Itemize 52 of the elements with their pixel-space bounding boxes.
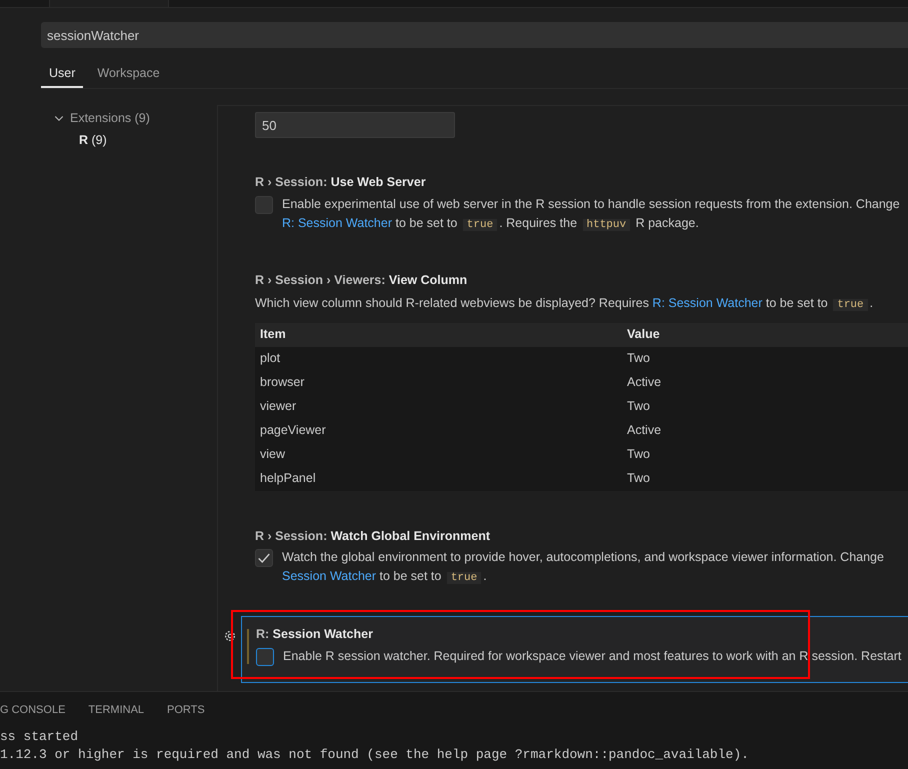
scope-tab[interactable]: Workspace [89, 60, 168, 88]
description-text: Enable experimental use of web server in the R session to handle session requests from the extension. Change [282, 196, 900, 211]
column-header: Value [626, 326, 661, 344]
search-field[interactable]: sessionWatcher [41, 22, 908, 48]
description-text: to be set to [378, 569, 442, 584]
setting-link[interactable]: Session Watcher [282, 569, 376, 584]
description-text: . [483, 569, 487, 584]
description-text: Watch the global environment to provide hover, autocompletions, and workspace viewer information. Change [282, 550, 884, 564]
description-text: . Requires the [499, 216, 578, 230]
description-text: Which view column should R-related webviews be displayed? Requires [255, 296, 650, 310]
description-text: . [870, 296, 874, 310]
terminal-line: ss started [0, 728, 80, 746]
table-cell-text: plot [259, 350, 282, 368]
table-cell-text: pageViewer [259, 422, 327, 440]
table-cell-text: Two [626, 470, 651, 488]
number-field[interactable]: 50 [255, 112, 455, 138]
description-text: to be set to [764, 296, 829, 310]
table-cell-text: viewer [259, 398, 298, 416]
code-text: true [462, 218, 498, 231]
description-text: R package. [634, 216, 699, 230]
table-cell-text: helpPanel [259, 470, 317, 488]
table-cell-text: browser [259, 374, 306, 392]
gear-icon[interactable] [223, 629, 237, 644]
toc-item[interactable]: Extensions (9) [53, 107, 217, 129]
setting-link[interactable]: R: Session Watcher [652, 296, 762, 310]
table-cell-text: Two [626, 398, 651, 416]
setting-title: R: Session Watcher [256, 626, 374, 644]
setting-title: R › Session › Viewers: View Column [255, 272, 468, 289]
table-cell-text: Active [626, 374, 662, 392]
setting-title: R › Session: Use Web Server [255, 174, 427, 191]
table-cell-text: Two [626, 350, 651, 368]
description-text: to be set to [394, 216, 458, 230]
panel-tab[interactable]: PORTS [167, 702, 205, 718]
panel-tab[interactable]: TERMINAL [88, 702, 144, 718]
column-header: Item [259, 326, 287, 344]
setting-checkbox[interactable] [255, 196, 273, 214]
table-cell-text: Active [626, 422, 662, 440]
code-text: true [833, 298, 868, 310]
toc-item[interactable]: R (9) [53, 129, 217, 151]
checkmark-icon [257, 551, 271, 566]
description-text: Enable R session watcher. Required for workspace viewer and most features to work with an R session. Restart [283, 649, 902, 663]
code-text: true [446, 572, 482, 584]
setting-link[interactable]: R: Session Watcher [282, 216, 392, 230]
setting-checkbox[interactable] [256, 648, 274, 666]
terminal-line: 1.12.3 or higher is required and was not found (see the help page ?rmarkdown::pandoc_available). [0, 746, 750, 764]
table-cell-text: Two [626, 446, 651, 464]
table-cell-text: view [259, 446, 286, 464]
code-text: httpuv [582, 218, 630, 231]
scope-tab[interactable]: User [41, 60, 84, 88]
panel-tab[interactable]: G CONSOLE [0, 702, 66, 718]
setting-checkbox[interactable] [255, 549, 273, 568]
setting-title: R › Session: Watch Global Environment [255, 528, 491, 544]
